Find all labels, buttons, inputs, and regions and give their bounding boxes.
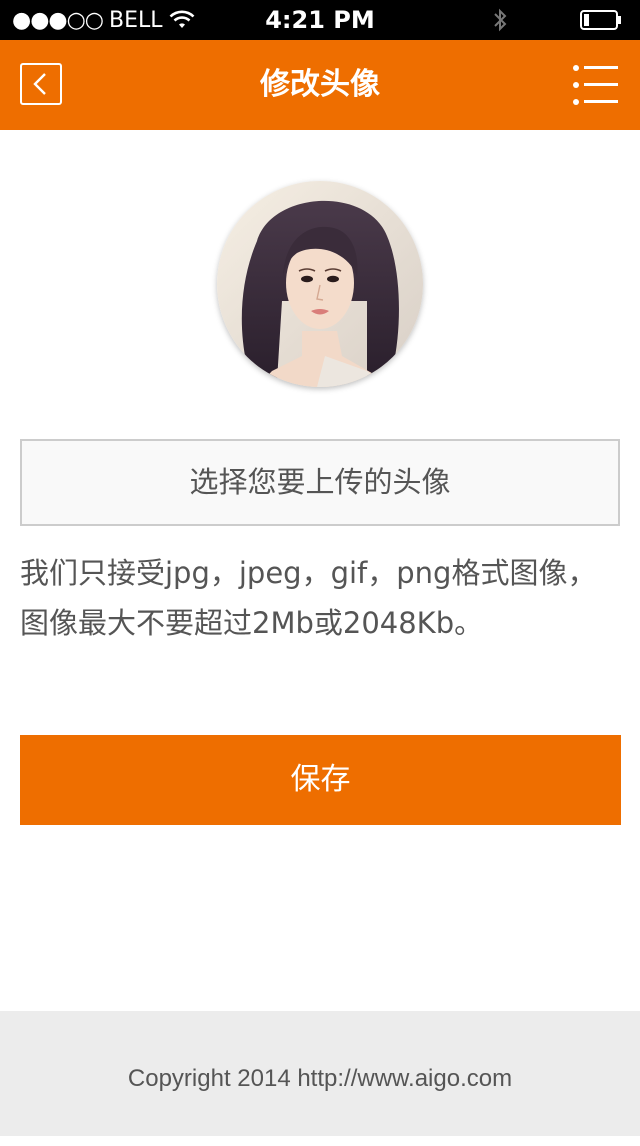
chevron-left-icon (33, 73, 46, 95)
menu-icon (573, 65, 618, 105)
copyright-text: Copyright 2014 http://www.aigo.com (127, 1065, 513, 1092)
notice-line-1: 我们只接受jpg，jpeg，gif，png格式图像， (20, 556, 597, 590)
notice-line-2: 图像最大不要超过2Mb或2048Kb。 (20, 606, 484, 640)
avatar-image (217, 181, 423, 387)
battery-icon (580, 10, 621, 30)
status-bar: ●●●○○ BELL 4:21 PM (0, 0, 640, 40)
header: 修改头像 (0, 40, 640, 130)
page-title: 修改头像 (260, 67, 380, 102)
status-time: 4:21 PM (265, 6, 375, 34)
footer: Copyright 2014 http://www.aigo.com (0, 1011, 640, 1136)
format-notice: 我们只接受jpg，jpeg，gif，png格式图像， 图像最大不要超过2Mb或2… (20, 548, 624, 648)
avatar[interactable] (217, 181, 423, 387)
back-button[interactable] (20, 63, 62, 105)
choose-avatar-button[interactable]: 选择您要上传的头像 (20, 439, 620, 526)
save-button[interactable]: 保存 (20, 735, 621, 825)
bluetooth-icon (494, 8, 507, 32)
menu-button[interactable] (572, 64, 620, 106)
